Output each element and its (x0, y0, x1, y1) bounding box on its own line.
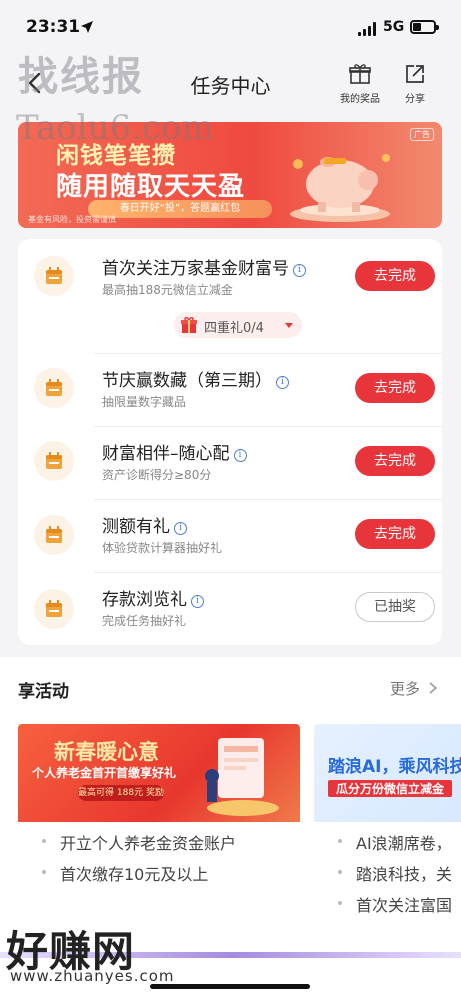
info-icon[interactable]: i (276, 376, 289, 389)
gift-box-icon (181, 317, 197, 333)
info-icon[interactable]: i (191, 595, 204, 608)
activity-banner-title: 踏浪AI，乘风科技 (328, 757, 461, 777)
task-desc: 抽限量数字藏品 (102, 395, 187, 409)
activity-item: AI浪潮席卷， (314, 830, 461, 861)
activity-item: 踏浪科技，关 (314, 861, 461, 892)
calendar-icon (34, 515, 74, 555)
pension-illustration (205, 738, 279, 816)
caret-down-icon (285, 323, 293, 328)
cellular-signal-icon (358, 22, 376, 36)
task-desc: 完成任务抽好礼 (102, 614, 187, 628)
watermark-url: www.zhuanyes.com (10, 967, 175, 985)
share-button[interactable]: 分享 (392, 62, 438, 108)
chevron-right-icon[interactable] (428, 681, 438, 695)
my-prizes-button[interactable]: 我的奖品 (337, 62, 383, 108)
location-arrow-icon (81, 21, 93, 33)
task-row: 存款浏览礼 i 完成任务抽好礼 已抽奖 (18, 573, 442, 645)
gift-progress-pill[interactable]: 四重礼0/4 (174, 312, 302, 338)
my-prizes-label: 我的奖品 (340, 94, 380, 105)
task-desc: 资产诊断得分≥80分 (102, 468, 212, 482)
activity-items: AI浪潮席卷， 踏浪科技，关 首次关注富国 (314, 830, 461, 923)
activity-banner-subtitle: 瓜分万份微信立减金 (328, 780, 453, 797)
task-list-card: 首次关注万家基金财富号 i 最高抽188元微信立减金 去完成 四重礼0/4 节庆赢… (18, 239, 442, 645)
task-action-button[interactable]: 已抽奖 (355, 592, 435, 622)
task-desc: 最高抽188元微信立减金 (102, 283, 233, 297)
share-icon (406, 65, 424, 83)
task-action-button[interactable]: 去完成 (355, 446, 435, 476)
share-label: 分享 (405, 94, 425, 105)
task-row: 首次关注万家基金财富号 i 最高抽188元微信立减金 去完成 四重礼0/4 (18, 239, 442, 353)
more-link[interactable]: 更多 (390, 678, 420, 699)
activity-card[interactable]: 踏浪AI，乘风科技 瓜分万份微信立减金 AI浪潮席卷， 踏浪科技，关 首次关注富… (314, 724, 461, 938)
task-row: 测额有礼 i 体验贷款计算器抽好礼 去完成 (18, 500, 442, 572)
task-row: 财富相伴–随心配 i 资产诊断得分≥80分 去完成 (18, 427, 442, 499)
task-action-button[interactable]: 去完成 (355, 373, 435, 403)
piggy-bank-illustration (290, 154, 390, 222)
watermark-site: Taolu6.com (16, 108, 214, 148)
calendar-icon (34, 256, 74, 296)
task-title: 首次关注万家基金财富号 (102, 259, 289, 279)
task-title: 财富相伴–随心配 (102, 444, 230, 464)
task-row: 节庆赢数藏（第三期） i 抽限量数字藏品 去完成 (18, 354, 442, 426)
task-desc: 体验贷款计算器抽好礼 (102, 541, 223, 555)
network-type: 5G (383, 19, 405, 35)
info-icon[interactable]: i (233, 449, 247, 462)
task-action-button[interactable]: 去完成 (355, 261, 435, 291)
activity-items: 开立个人养老金资金账户 首次缴存10元及以上 (18, 830, 300, 892)
battery-icon (410, 20, 439, 34)
watermark-text: 找线报 (18, 54, 144, 100)
activity-banner-title: 新春暖心意 (54, 740, 159, 764)
activity-item: 开立个人养老金资金账户 (18, 830, 300, 861)
activity-item: 首次关注富国 (314, 892, 461, 923)
activity-item: 首次缴存10元及以上 (18, 861, 300, 892)
activity-card[interactable]: 新春暖心意 个人养老金首开首缴享好礼 最高可得 188元 奖励 开立个人养老金资… (18, 724, 300, 938)
banner-title-line2: 随用随取天天盈 (56, 172, 246, 202)
gift-box-icon (349, 64, 371, 84)
calendar-icon (34, 589, 74, 629)
info-icon[interactable]: i (293, 264, 306, 277)
status-time: 23:31 (26, 17, 81, 37)
task-title: 存款浏览礼 (102, 590, 187, 610)
gift-progress-label: 四重礼0/4 (204, 321, 264, 336)
activity-banner-chip: 最高可得 188元 奖励 (78, 785, 164, 801)
banner-risk-note: 基金有风险，投资需谨慎 (28, 215, 116, 224)
section-title: 享活动 (18, 682, 69, 702)
ad-badge: 广告 (410, 128, 434, 141)
activities-header: 享活动 更多 (0, 657, 461, 719)
activity-banner: 新春暖心意 个人养老金首开首缴享好礼 最高可得 188元 奖励 (18, 724, 300, 822)
activity-banner-subtitle: 个人养老金首开首缴享好礼 (32, 766, 177, 780)
home-indicator[interactable] (150, 984, 310, 989)
task-title: 节庆赢数藏（第三期） (102, 371, 272, 391)
activity-banner: 踏浪AI，乘风科技 瓜分万份微信立减金 (314, 724, 461, 822)
task-title: 测额有礼 (102, 517, 170, 537)
calendar-icon (34, 441, 74, 481)
task-action-button[interactable]: 去完成 (355, 519, 435, 549)
calendar-icon (34, 368, 74, 408)
info-icon[interactable]: i (174, 522, 187, 535)
